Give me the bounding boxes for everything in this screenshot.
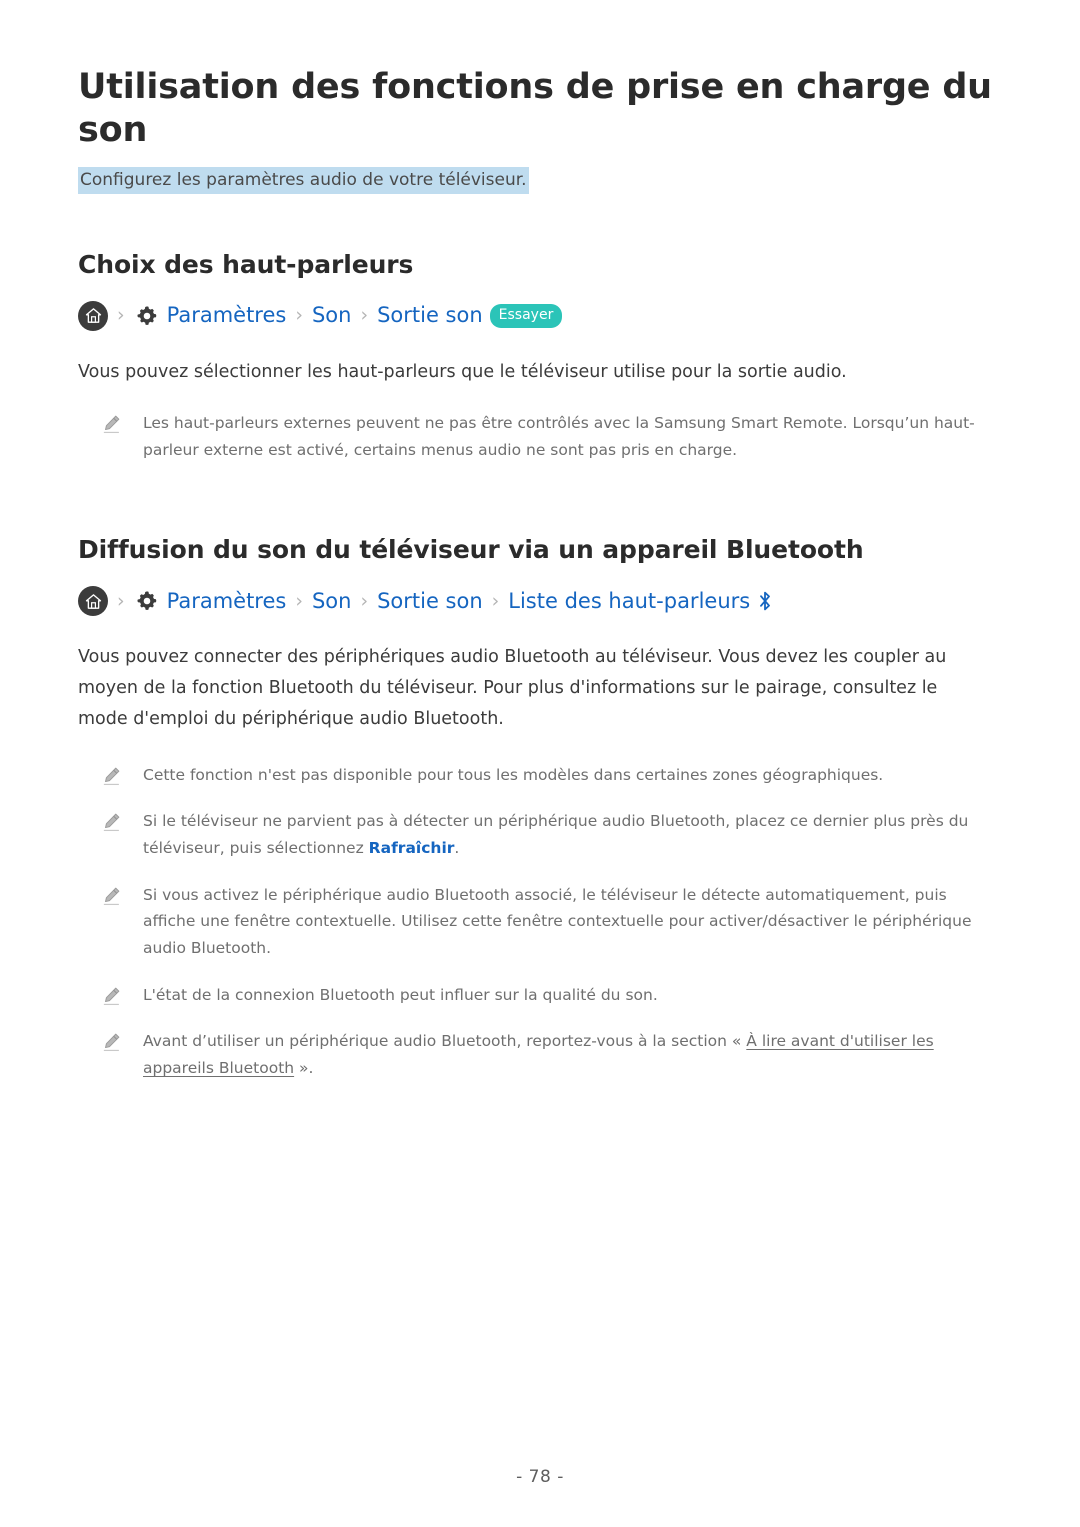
breadcrumb-item-son[interactable]: Son xyxy=(312,305,352,326)
breadcrumb-item-parametres[interactable]: Paramètres xyxy=(167,590,287,612)
page-subtitle: Configurez les paramètres audio de votre… xyxy=(78,167,529,195)
section-heading-speakers: Choix des haut-parleurs xyxy=(78,249,414,279)
pencil-icon xyxy=(100,413,122,435)
breadcrumb-item-sortie-son[interactable]: Sortie son xyxy=(377,590,483,612)
note-text-before: Avant d’utiliser un périphérique audio B… xyxy=(143,1032,747,1051)
gear-icon[interactable] xyxy=(134,303,160,329)
note-text-before: Si le téléviseur ne parvient pas à détec… xyxy=(143,812,969,857)
breadcrumb-separator: › xyxy=(360,304,369,327)
breadcrumb-item-son[interactable]: Son xyxy=(312,590,352,612)
pencil-icon xyxy=(100,811,122,833)
section-heading-bluetooth: Diffusion du son du téléviseur via un ap… xyxy=(78,535,864,565)
pencil-icon xyxy=(100,1031,122,1053)
note-text: Cette fonction n'est pas disponible pour… xyxy=(143,765,884,784)
note-text: Les haut-parleurs externes peuvent ne pa… xyxy=(143,413,975,459)
breadcrumb-item-parametres[interactable]: Paramètres xyxy=(167,305,287,326)
note-text-after: ». xyxy=(294,1058,314,1077)
note-text: L'état de la connexion Bluetooth peut in… xyxy=(143,985,658,1004)
gear-icon[interactable] xyxy=(134,588,160,614)
pencil-icon xyxy=(100,885,122,907)
note-item: L'état de la connexion Bluetooth peut in… xyxy=(78,982,1002,1009)
page-number: - 78 - xyxy=(516,1467,564,1487)
home-icon[interactable] xyxy=(78,300,108,331)
try-badge[interactable]: Essayer xyxy=(489,303,563,328)
breadcrumb-separator: › xyxy=(295,589,303,612)
notes-list-speakers: Les haut-parleurs externes peuvent ne pa… xyxy=(78,388,1002,463)
note-item: Avant d’utiliser un périphérique audio B… xyxy=(78,1028,1002,1081)
note-item: Si le téléviseur ne parvient pas à détec… xyxy=(78,808,1002,861)
note-item: Si vous activez le périphérique audio Bl… xyxy=(78,882,1002,962)
note-item: Cette fonction n'est pas disponible pour… xyxy=(78,762,1002,789)
breadcrumb-bluetooth[interactable]: › Paramètres › Son › Sortie son › Liste … xyxy=(78,586,1002,617)
section-body-bluetooth: Vous pouvez connecter des périphériques … xyxy=(78,647,947,730)
bluetooth-icon xyxy=(755,588,775,614)
notes-list-bluetooth: Cette fonction n'est pas disponible pour… xyxy=(78,736,1002,1082)
breadcrumb-speakers[interactable]: › Paramètres › Son › Sortie son Essayer xyxy=(78,300,1002,331)
home-icon[interactable] xyxy=(78,586,108,617)
pencil-icon xyxy=(100,765,122,787)
note-text: Si vous activez le périphérique audio Bl… xyxy=(143,885,972,957)
section-body-speakers: Vous pouvez sélectionner les haut-parleu… xyxy=(78,361,847,382)
breadcrumb-separator: › xyxy=(491,589,500,612)
breadcrumb-item-liste-haut-parleurs[interactable]: Liste des haut-parleurs xyxy=(508,590,750,612)
breadcrumb-separator: › xyxy=(360,589,369,612)
breadcrumb-item-sortie-son[interactable]: Sortie son xyxy=(377,305,483,326)
note-text: Avant d’utiliser un périphérique audio B… xyxy=(143,1028,1002,1081)
note-item: Les haut-parleurs externes peuvent ne pa… xyxy=(78,410,1002,463)
breadcrumb-separator: › xyxy=(295,304,303,327)
page-subtitle-row: Configurez les paramètres audio de votre… xyxy=(78,167,1002,195)
link-rafraichir[interactable]: Rafraîchir xyxy=(369,839,455,857)
manual-page: Utilisation des fonctions de prise en ch… xyxy=(0,0,1080,1527)
breadcrumb-separator: › xyxy=(117,589,125,612)
note-text-after: . xyxy=(454,838,460,857)
note-text: Si le téléviseur ne parvient pas à détec… xyxy=(143,808,1002,861)
pencil-icon xyxy=(100,985,122,1007)
breadcrumb-separator: › xyxy=(117,304,125,327)
page-title: Utilisation des fonctions de prise en ch… xyxy=(78,67,992,150)
